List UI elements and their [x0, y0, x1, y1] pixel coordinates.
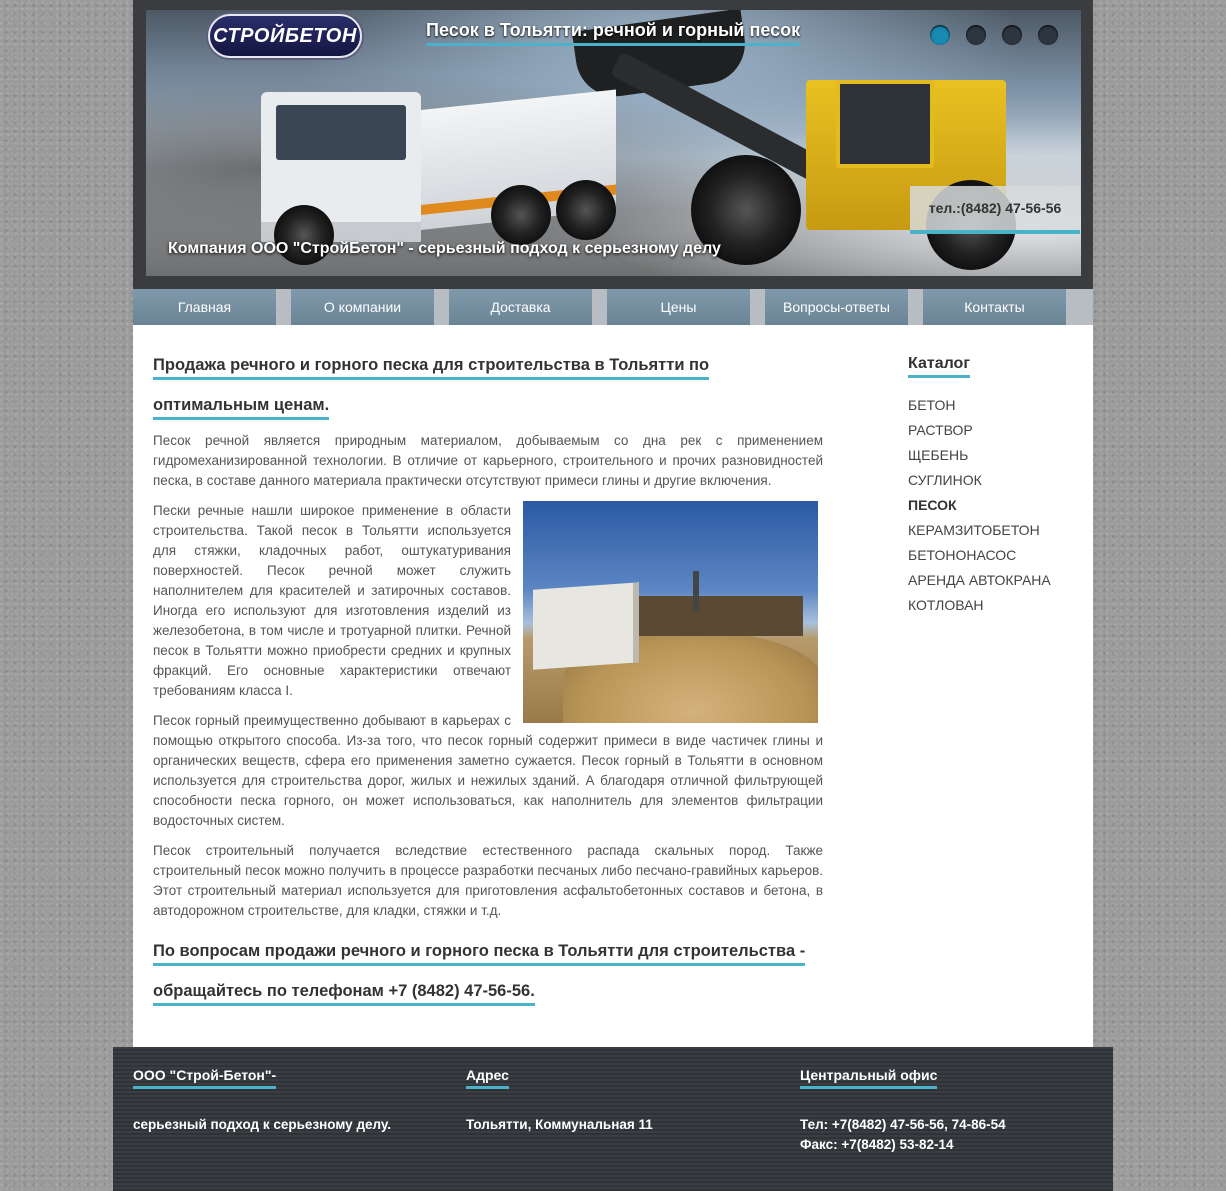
- nav-delivery[interactable]: Доставка: [449, 289, 592, 325]
- nav-prices[interactable]: Цены: [607, 289, 750, 325]
- truck-wheel: [491, 185, 551, 245]
- footer-address: Адрес Тольятти, Коммунальная 11: [466, 1067, 653, 1135]
- catalog-item-mortar[interactable]: РАСТВОР: [908, 418, 1088, 443]
- nav-contacts[interactable]: Контакты: [923, 289, 1066, 325]
- photo-hall: [623, 596, 803, 636]
- footer-company-text: серьезный подход к серьезному делу.: [133, 1117, 391, 1132]
- dump-truck-window: [276, 105, 406, 160]
- slider-dot-1[interactable]: [930, 25, 950, 45]
- article-paragraph: Песок горный преимущественно добывают в …: [153, 713, 823, 828]
- footer-office-fax: Факс: +7(8482) 53-82-14: [800, 1137, 954, 1152]
- catalog-item-keramzit-concrete[interactable]: КЕРАМЗИТОБЕТОН: [908, 518, 1088, 543]
- footer-office-contacts: Тел: +7(8482) 47-56-56, 74-86-54 Факс: +…: [800, 1115, 1006, 1155]
- catalog-item-excavation[interactable]: КОТЛОВАН: [908, 593, 1088, 618]
- catalog-item-crane-rental[interactable]: АРЕНДА АВТОКРАНА: [908, 568, 1088, 593]
- catalog-item-concrete-pump[interactable]: БЕТОНОНАСОС: [908, 543, 1088, 568]
- banner-slider: СТРОЙБЕТОН Песок в Тольятти: речной и го…: [146, 10, 1081, 276]
- catalog-list: БЕТОН РАСТВОР ЩЕБЕНЬ СУГЛИНОК ПЕСОК КЕРА…: [908, 393, 1088, 618]
- footer-office-phone: Тел: +7(8482) 47-56-56, 74-86-54: [800, 1117, 1006, 1132]
- wheel-loader-cab: [836, 80, 934, 168]
- article-paragraph: Песок речной является природным материал…: [153, 433, 823, 488]
- article-heading: Продажа речного и горного песка для стро…: [153, 356, 710, 420]
- slider-dot-3[interactable]: [1002, 25, 1022, 45]
- footer-office: Центральный офис Тел: +7(8482) 47-56-56,…: [800, 1067, 1006, 1155]
- footer-address-text: Тольятти, Коммунальная 11: [466, 1117, 653, 1132]
- banner-tagline: Компания ООО "СтройБетон" - серьезный по…: [168, 240, 721, 257]
- footer-address-title: Адрес: [466, 1067, 509, 1089]
- catalog-item-sand[interactable]: ПЕСОК: [908, 493, 1088, 518]
- main-navigation: Главная О компании Доставка Цены Вопросы…: [133, 289, 1093, 325]
- header-phone: тел.:(8482) 47-56-56: [910, 186, 1080, 234]
- site-logo[interactable]: СТРОЙБЕТОН: [208, 14, 362, 58]
- contact-heading: По вопросам продажи речного и горного пе…: [153, 942, 806, 1006]
- footer-office-title: Центральный офис: [800, 1067, 938, 1089]
- slider-dot-2[interactable]: [966, 25, 986, 45]
- catalog-sidebar: Каталог БЕТОН РАСТВОР ЩЕБЕНЬ СУГЛИНОК ПЕ…: [908, 355, 1088, 618]
- footer-company: ООО "Строй-Бетон"- серьезный подход к се…: [133, 1067, 391, 1135]
- catalog-item-concrete[interactable]: БЕТОН: [908, 393, 1088, 418]
- sand-quarry-photo: [523, 501, 818, 723]
- catalog-item-loam[interactable]: СУГЛИНОК: [908, 468, 1088, 493]
- photo-light-tower: [693, 571, 699, 611]
- header: СТРОЙБЕТОН Песок в Тольятти: речной и го…: [133, 0, 1093, 289]
- nav-faq[interactable]: Вопросы-ответы: [765, 289, 908, 325]
- nav-about[interactable]: О компании: [291, 289, 434, 325]
- article-paragraph: Песок строительный получается вследствие…: [153, 843, 823, 918]
- footer: ООО "Строй-Бетон"- серьезный подход к се…: [113, 1047, 1113, 1191]
- slider-dot-4[interactable]: [1038, 25, 1058, 45]
- catalog-item-gravel[interactable]: ЩЕБЕНЬ: [908, 443, 1088, 468]
- nav-home[interactable]: Главная: [133, 289, 276, 325]
- banner-title: Песок в Тольятти: речной и горный песок: [426, 20, 801, 46]
- content-area: Продажа речного и горного песка для стро…: [133, 325, 1093, 1047]
- footer-company-title: ООО "Строй-Бетон"-: [133, 1067, 277, 1089]
- truck-wheel: [556, 180, 616, 240]
- slider-pagination: [930, 25, 1058, 45]
- main-article: Продажа речного и горного песка для стро…: [153, 345, 823, 1017]
- photo-building: [533, 582, 639, 670]
- catalog-title: Каталог: [908, 355, 970, 378]
